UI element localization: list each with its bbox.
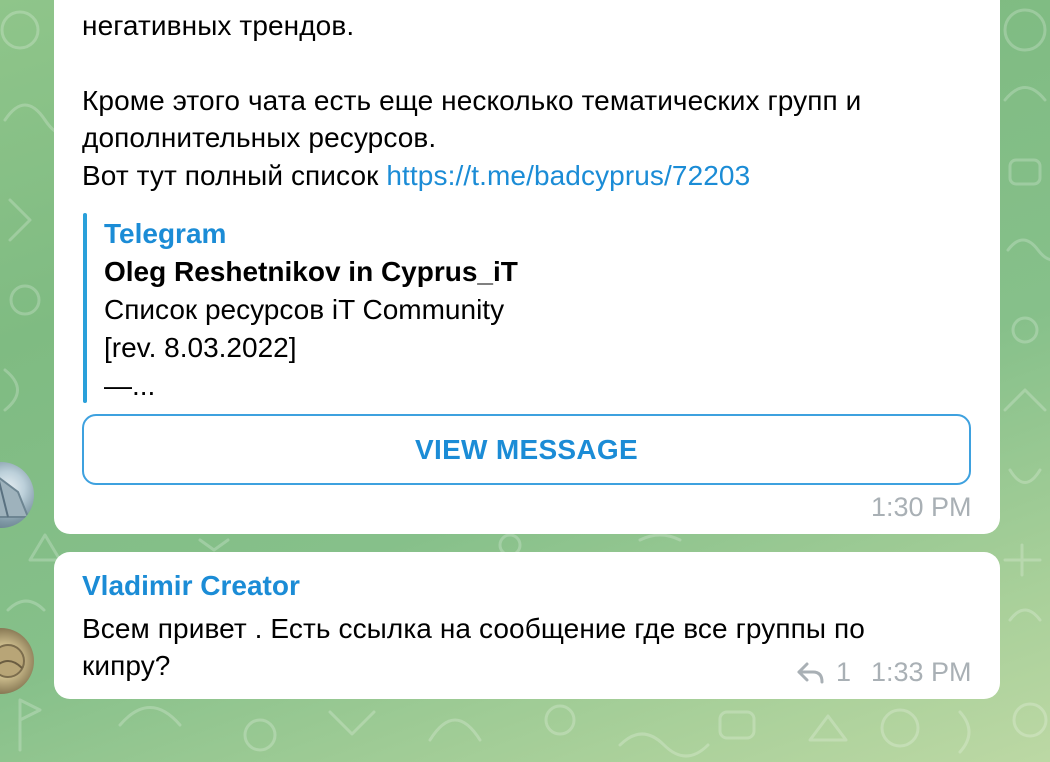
avatar-image-icon [0, 477, 30, 518]
message-timestamp: 1:30 PM [871, 492, 972, 522]
avatar[interactable] [0, 462, 34, 528]
reply-arrow-icon[interactable] [795, 658, 825, 688]
message-timestamp: 1:33 PM [871, 657, 972, 687]
message-text-line: негативных трендов. [82, 10, 355, 41]
link-preview-description: Список ресурсов iT Community [104, 294, 505, 325]
message-text-line: кипру? [82, 650, 171, 681]
avatar[interactable] [0, 628, 34, 694]
message-text-line: дополнительных ресурсов. [82, 122, 437, 153]
link-preview-site-name: Telegram [104, 218, 227, 249]
link-preview-accent-bar [83, 213, 87, 403]
reply-count[interactable]: 1 [836, 657, 851, 688]
link-preview-description: —... [104, 370, 156, 401]
avatar-image-icon [0, 644, 25, 678]
view-message-button[interactable]: VIEW MESSAGE [82, 414, 971, 485]
link-preview-title: Oleg Reshetnikov in Cyprus_iT [104, 256, 518, 287]
message-text-line: Всем привет . Есть ссылка на сообщение г… [82, 613, 865, 644]
link-prefix-text: Вот тут полный список [82, 160, 379, 191]
message-text-line: Кроме этого чата есть еще несколько тема… [82, 85, 862, 116]
message-text-line: Вот тут полный список https://t.me/badcy… [82, 157, 750, 194]
link-preview-description: [rev. 8.03.2022] [104, 332, 297, 363]
message-link[interactable]: https://t.me/badcyprus/72203 [386, 160, 750, 191]
message-sender-name[interactable]: Vladimir Creator [82, 570, 300, 602]
